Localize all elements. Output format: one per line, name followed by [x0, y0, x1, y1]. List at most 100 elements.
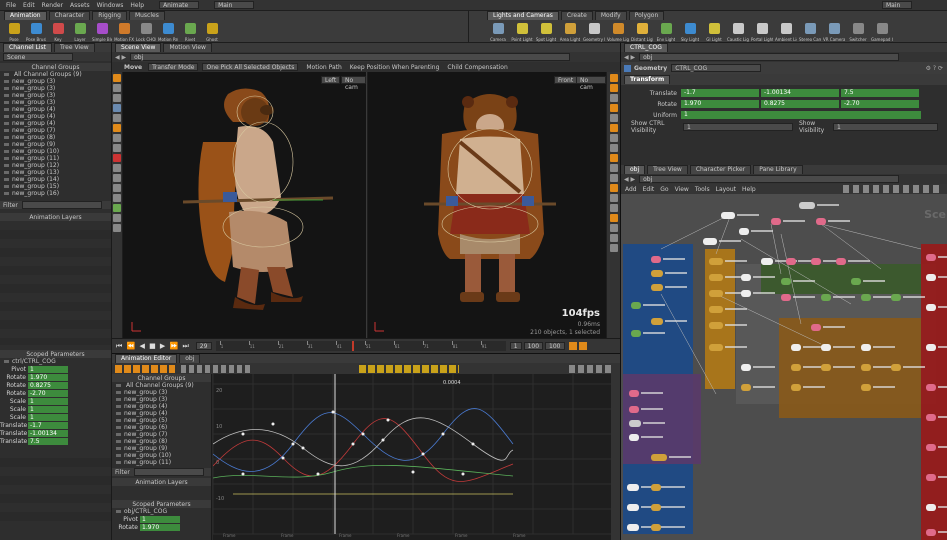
viewport-tool-icon[interactable] [113, 184, 121, 192]
scoped-root[interactable]: ctrl/CTRL_COG [0, 358, 111, 365]
scoped-param-value[interactable]: 0.8275 [28, 381, 68, 389]
network-node[interactable] [651, 270, 663, 277]
graph-editor[interactable]: 20 10 0 -10 Frame Frame Frame Frame Frame Frame 0.… [212, 374, 611, 540]
network-node[interactable] [739, 228, 749, 235]
shelf-tool-button[interactable]: Lock CHOP [136, 23, 156, 44]
network-node[interactable] [791, 344, 801, 351]
network-node[interactable] [926, 384, 936, 391]
curve-keyframe[interactable] [441, 432, 445, 436]
network-node[interactable] [629, 434, 639, 441]
anim-tool-icons[interactable] [115, 364, 175, 373]
display-option-icon[interactable] [609, 114, 618, 122]
animation-curve[interactable] [212, 464, 514, 479]
network-node[interactable] [741, 384, 751, 391]
network-node[interactable] [926, 529, 936, 536]
shelf-tool-button[interactable]: Gamepad Camera [871, 23, 893, 44]
shelf-tool-button[interactable]: GI Light [703, 23, 725, 44]
shelf-tool-button[interactable]: Pose Brush [26, 23, 46, 44]
range-start-input[interactable]: 1 [509, 342, 522, 350]
network-node[interactable] [651, 256, 661, 263]
shelf-tool-button[interactable]: Volume Light [607, 23, 629, 44]
menu-assets[interactable]: Assets [70, 2, 90, 9]
shelf-tool-button[interactable]: Motion FX [114, 23, 134, 44]
viewport-tool-icon[interactable] [113, 214, 121, 222]
display-option-icon[interactable] [609, 174, 618, 182]
scoped-param-value[interactable]: 1.970 [28, 373, 68, 381]
anim-view-icons[interactable] [569, 364, 613, 373]
shelf-tool-button[interactable]: Ambient Light [775, 23, 797, 44]
scoped-param-value[interactable]: -1.7 [28, 421, 68, 429]
shelf-tool-button[interactable]: Area Light [559, 23, 581, 44]
network-node[interactable] [851, 278, 861, 285]
viewport-tool-icon[interactable] [113, 224, 121, 232]
scoped-param-value[interactable]: -1.00134 [28, 429, 68, 437]
network-nav-icon[interactable]: ◀ ▶ [624, 176, 635, 183]
viewport-tool-icon[interactable] [113, 154, 121, 162]
network-node[interactable] [926, 504, 936, 511]
viewport-tool-icon[interactable] [113, 124, 121, 132]
network-node[interactable] [709, 322, 723, 329]
scoped-param-value[interactable]: 7.5 [28, 437, 68, 445]
param-help-icons[interactable]: ⚙ ? ⟳ [926, 65, 943, 72]
network-menu-layout[interactable]: Layout [716, 186, 736, 193]
tab-motion-view[interactable]: Motion View [163, 43, 212, 52]
network-node[interactable] [709, 258, 723, 265]
shelf-tool-button[interactable]: Point Light [511, 23, 533, 44]
shelf-tab-modify[interactable]: Modify [594, 11, 627, 20]
timeline-playhead[interactable] [351, 341, 354, 351]
shelf-tab-polygon[interactable]: Polygon [628, 11, 665, 20]
anim-channel-group-item[interactable]: new_group (8) [112, 438, 211, 445]
channel-group-item[interactable]: new_group (3) [0, 85, 111, 92]
keep-position-toggle[interactable]: Keep Position When Parenting [350, 64, 440, 71]
viewport-tool-icon[interactable] [113, 104, 121, 112]
viewport-tool-icon[interactable] [113, 194, 121, 202]
display-option-icon[interactable] [609, 204, 618, 212]
network-node[interactable] [836, 258, 846, 265]
network-node[interactable] [629, 420, 641, 427]
anim-scoped-root[interactable]: obj/CTRL_COG [112, 508, 211, 515]
channel-group-item[interactable]: new_group (4) [0, 113, 111, 120]
front-camera-menu[interactable]: Front [554, 76, 578, 84]
shelf-tool-button[interactable]: Camera [487, 23, 509, 44]
tab-pane-library[interactable]: Pane Library [753, 165, 803, 174]
curve-keyframe[interactable] [241, 432, 245, 436]
anim-channel-group-item[interactable]: new_group (5) [112, 417, 211, 424]
shelf-tab-character[interactable]: Character [48, 11, 91, 20]
range-end-input[interactable]: 100 [523, 342, 544, 350]
tab-tree-view[interactable]: Tree View [54, 43, 95, 52]
curve-keyframe[interactable] [471, 442, 475, 446]
parameter-value-field[interactable]: -2.70 [841, 100, 919, 108]
network-node[interactable] [926, 414, 936, 421]
network-node[interactable] [651, 484, 661, 491]
curve-keyframe[interactable] [351, 442, 355, 446]
shelf-tool-button[interactable]: Key [48, 23, 68, 44]
network-node[interactable] [703, 238, 717, 245]
curve-keyframe[interactable] [461, 472, 465, 476]
parameter-value-field[interactable]: 1 [681, 111, 921, 119]
curve-keyframe[interactable] [386, 418, 390, 422]
channel-group-item[interactable]: new_group (13) [0, 169, 111, 176]
network-node[interactable] [861, 294, 871, 301]
network-node[interactable] [811, 258, 821, 265]
param-nav-icon[interactable]: ◀ ▶ [624, 54, 635, 61]
viewport-tool-icon[interactable] [113, 134, 121, 142]
network-node[interactable] [651, 284, 663, 291]
parameter-value-field[interactable]: 7.5 [841, 89, 919, 97]
viewport-tool-icon[interactable] [113, 74, 121, 82]
anim-all-channel-groups[interactable]: All Channel Groups (9) [112, 382, 211, 389]
param-path[interactable]: obj [639, 53, 900, 61]
node-name-field[interactable]: CTRL_COG [671, 64, 762, 72]
shelf-tool-button[interactable]: Ghost [202, 23, 222, 44]
anim-channel-group-item[interactable]: new_group (11) [112, 459, 211, 466]
network-toolbar-icons[interactable] [843, 185, 943, 193]
network-node[interactable] [926, 304, 936, 311]
network-node[interactable] [741, 274, 751, 281]
playback-controls[interactable]: ⏮ ⏪ ◀ ■ ▶ ⏩ ⏭ [112, 342, 190, 351]
curve-keyframe[interactable] [316, 472, 320, 476]
network-node[interactable] [861, 344, 871, 351]
display-option-icon[interactable] [609, 124, 618, 132]
shelf-tool-button[interactable]: Spot Light [535, 23, 557, 44]
curve-keyframe[interactable] [331, 410, 335, 414]
parameter-value-field[interactable]: -1.7 [681, 89, 759, 97]
viewport-tool-icon[interactable] [113, 204, 121, 212]
